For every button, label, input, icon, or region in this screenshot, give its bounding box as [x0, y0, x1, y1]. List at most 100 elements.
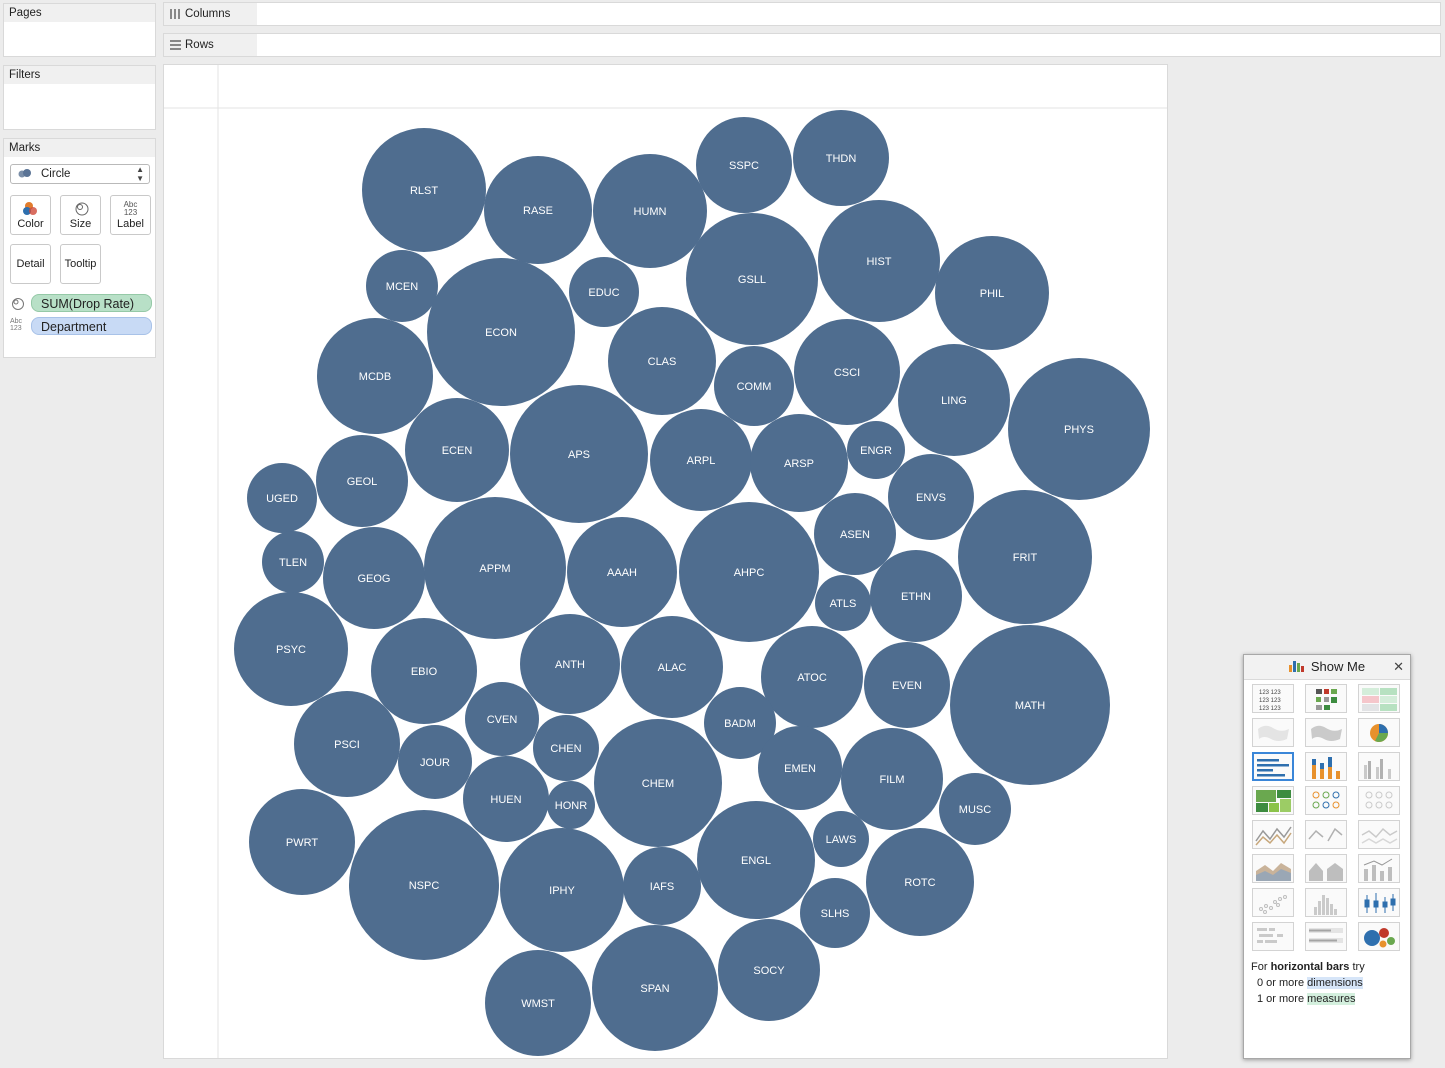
bubble-label-emen: EMEN [784, 763, 816, 775]
hint-line-measures: 1 or more measures [1257, 993, 1356, 1005]
bubble-label-math: MATH [1015, 700, 1045, 712]
size-pill-row: SUM(Drop Rate) [10, 294, 153, 312]
filled-map-icon[interactable] [1305, 718, 1347, 747]
bullet-graph-icon[interactable] [1305, 922, 1347, 951]
bubble-label-span: SPAN [640, 983, 669, 995]
bubble-label-aps: APS [568, 449, 590, 461]
side-by-side-circles-icon[interactable] [1358, 786, 1400, 815]
bubble-label-mcdb: MCDB [359, 371, 391, 383]
bubble-label-laws: LAWS [826, 834, 857, 846]
bubble-label-rotc: ROTC [904, 877, 935, 889]
bubble-label-frit: FRIT [1013, 552, 1038, 564]
svg-text:123 123: 123 123 [1259, 706, 1281, 712]
histogram-icon[interactable] [1305, 888, 1347, 917]
bubble-label-clas: CLAS [648, 356, 677, 368]
treemap-icon[interactable] [1252, 786, 1294, 815]
bubble-label-phil: PHIL [980, 288, 1004, 300]
area-continuous-icon[interactable] [1252, 854, 1294, 883]
bubble-label-thdn: THDN [826, 153, 857, 165]
size-measure-pill[interactable]: SUM(Drop Rate) [31, 294, 152, 312]
dual-combination-icon[interactable] [1358, 854, 1400, 883]
bubble-label-rase: RASE [523, 205, 553, 217]
bubble-label-alac: ALAC [658, 662, 687, 674]
filters-title: Filters [4, 66, 155, 84]
columns-shelf-label: Columns [164, 3, 257, 25]
dropdown-arrows-icon: ▲ ▼ [136, 165, 144, 183]
hint-line-1: For horizontal bars try [1251, 961, 1365, 973]
bubble-label-uged: UGED [266, 493, 298, 505]
close-icon[interactable]: ✕ [1393, 655, 1404, 679]
bubble-label-anth: ANTH [555, 659, 585, 671]
svg-text:123 123: 123 123 [1259, 698, 1281, 704]
stacked-bars-icon[interactable] [1305, 752, 1347, 781]
dual-lines-icon[interactable] [1358, 820, 1400, 849]
bubble-label-geog: GEOG [357, 573, 390, 585]
bubble-label-honr: HONR [555, 800, 587, 812]
show-me-header: Show Me ✕ [1244, 655, 1410, 680]
bubble-label-phys: PHYS [1064, 424, 1094, 436]
bubble-label-envs: ENVS [916, 492, 946, 504]
bubble-label-psyc: PSYC [276, 644, 306, 656]
rows-shelf[interactable]: Rows [163, 33, 1441, 57]
bubble-label-wmst: WMST [521, 998, 555, 1010]
color-button-label: Color [17, 218, 44, 230]
circle-views-icon[interactable] [1305, 786, 1347, 815]
highlight-table-icon[interactable] [1358, 684, 1400, 713]
bubble-label-ebio: EBIO [411, 666, 438, 678]
tooltip-button[interactable]: Tooltip [60, 244, 101, 284]
box-whisker-icon[interactable] [1358, 888, 1400, 917]
horizontal-bars-icon[interactable] [1252, 752, 1294, 781]
pie-chart-icon[interactable] [1358, 718, 1400, 747]
continuous-lines-icon[interactable] [1252, 820, 1294, 849]
area-discrete-icon[interactable] [1305, 854, 1347, 883]
detail-button[interactable]: Detail [10, 244, 51, 284]
bubble-label-engr: ENGR [860, 445, 892, 457]
columns-shelf[interactable]: Columns [163, 2, 1441, 26]
bubble-label-chen: CHEN [550, 743, 581, 755]
gantt-icon[interactable] [1252, 922, 1294, 951]
bubble-label-comm: COMM [737, 381, 772, 393]
bubble-label-slhs: SLHS [821, 908, 850, 920]
mark-type-dropdown[interactable]: Circle ▲ ▼ [10, 164, 150, 184]
detail-button-label: Detail [16, 258, 45, 270]
color-button[interactable]: Color [10, 195, 51, 235]
text-label-icon: Abc 123 [123, 200, 138, 217]
show-me-hint: For horizontal bars try 0 or more dimens… [1251, 959, 1365, 1007]
bubble-label-arsp: ARSP [784, 458, 814, 470]
bubble-label-jour: JOUR [420, 757, 450, 769]
bubble-label-educ: EDUC [588, 287, 619, 299]
heat-map-icon[interactable] [1305, 684, 1347, 713]
text-table-icon[interactable]: 123 123 123 123 123 123 [1252, 684, 1294, 713]
rows-icon [170, 40, 181, 50]
department-dimension-pill[interactable]: Department [31, 317, 152, 335]
bubble-label-ling: LING [941, 395, 967, 407]
packed-bubbles-icon[interactable] [1358, 922, 1400, 951]
hint-line-dimensions: 0 or more dimensions [1257, 977, 1363, 989]
bubble-label-chem: CHEM [642, 778, 674, 790]
bubble-label-socy: SOCY [753, 965, 785, 977]
marks-title: Marks [4, 139, 155, 157]
filters-card[interactable]: Filters [3, 65, 156, 130]
bubble-label-atoc: ATOC [797, 672, 827, 684]
pages-title: Pages [4, 4, 155, 22]
size-button[interactable]: Size [60, 195, 101, 235]
circle-mark-icon [18, 169, 31, 178]
label-button[interactable]: Abc 123 Label [110, 195, 151, 235]
bubble-label-rlst: RLST [410, 185, 438, 197]
bubble-label-iafs: IAFS [650, 881, 674, 893]
scatter-plot-icon[interactable] [1252, 888, 1294, 917]
bubble-label-hist: HIST [866, 256, 891, 268]
show-me-bars-icon [1288, 661, 1304, 672]
columns-label-text: Columns [185, 8, 231, 20]
svg-text:123 123: 123 123 [1259, 690, 1281, 696]
columns-icon [170, 9, 180, 19]
symbol-map-icon[interactable] [1252, 718, 1294, 747]
bubble-label-cven: CVEN [487, 714, 518, 726]
side-by-side-bars-icon[interactable] [1358, 752, 1400, 781]
pages-card[interactable]: Pages [3, 3, 156, 57]
tooltip-button-label: Tooltip [64, 258, 97, 270]
label-pill-row: Abc 123 Department [10, 317, 153, 335]
discrete-lines-icon[interactable] [1305, 820, 1347, 849]
bubble-chart: RLST RASE HUMN SSPC THDN MCEN EDUC GSLL HIST PHIL… [164, 65, 1167, 1058]
viz-canvas[interactable]: RLST RASE HUMN SSPC THDN MCEN EDUC GSLL HIST PHIL… [163, 64, 1168, 1059]
